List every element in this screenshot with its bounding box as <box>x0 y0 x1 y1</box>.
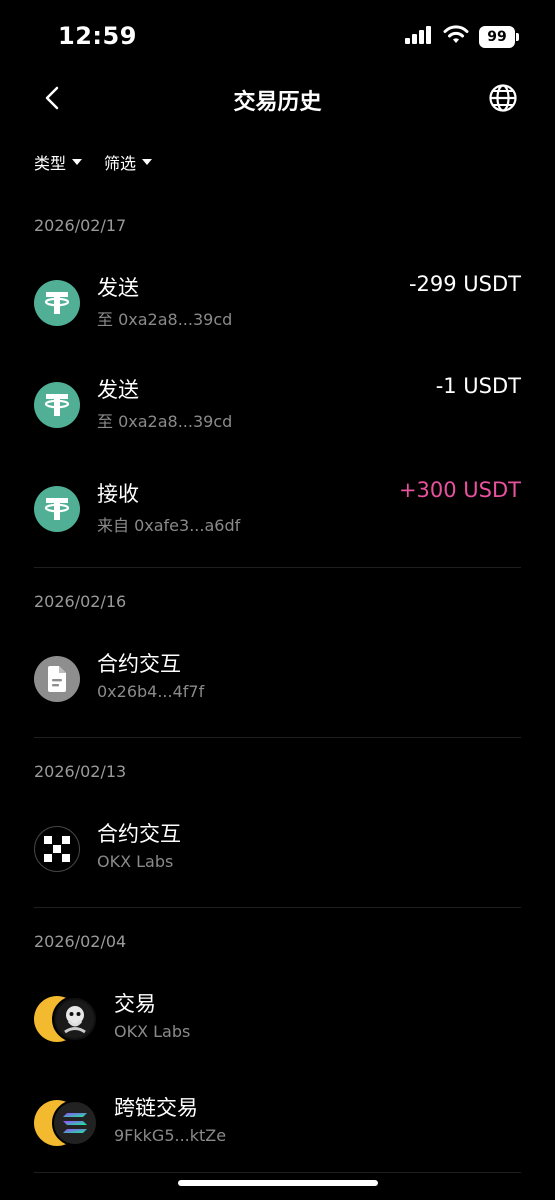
globe-icon <box>489 84 517 112</box>
type-filter-label: 类型 <box>34 154 67 173</box>
transaction-row[interactable]: 发送 至 0xa2a8...39cd -1 USDT <box>0 372 555 452</box>
wifi-icon <box>443 25 469 49</box>
cellular-signal-icon <box>405 26 433 48</box>
transaction-title: 发送 <box>97 378 139 402</box>
transaction-title: 跨链交易 <box>114 1096 198 1120</box>
home-indicator[interactable] <box>178 1180 378 1186</box>
caret-down-icon <box>72 159 83 165</box>
divider <box>34 737 521 738</box>
transaction-subtitle: 9FkkG5...ktZe <box>114 1126 227 1145</box>
caret-down-icon <box>142 159 153 165</box>
transaction-subtitle: 至 0xa2a8...39cd <box>97 412 233 431</box>
transaction-row[interactable]: 交易 OKX Labs <box>0 986 555 1066</box>
transaction-title: 合约交互 <box>97 822 181 846</box>
transaction-row[interactable]: 合约交互 0x26b4...4f7f <box>0 646 555 726</box>
navigation-bar: 交易历史 <box>0 72 555 124</box>
date-header: 2026/02/17 <box>34 216 127 235</box>
type-filter-dropdown[interactable]: 类型 <box>34 150 83 174</box>
transaction-amount: -1 USDT <box>435 374 521 398</box>
transaction-title: 合约交互 <box>97 652 181 676</box>
date-header: 2026/02/13 <box>34 762 127 781</box>
network-selector-button[interactable] <box>487 82 519 114</box>
transaction-subtitle: 来自 0xafe3...a6df <box>97 516 241 535</box>
transaction-title: 接收 <box>97 482 139 506</box>
date-header: 2026/02/04 <box>34 932 127 951</box>
filter-bar: 类型 筛选 <box>34 150 153 174</box>
transaction-row[interactable]: 跨链交易 9FkkG5...ktZe <box>0 1090 555 1170</box>
solana-icon <box>52 1100 98 1146</box>
transaction-subtitle: OKX Labs <box>97 852 174 871</box>
contract-document-icon <box>34 656 80 702</box>
divider <box>34 567 521 568</box>
status-icons: 99 <box>405 25 519 49</box>
status-time: 12:59 <box>58 22 137 50</box>
bnb-and-solana-pair-icon <box>34 1100 98 1146</box>
battery-indicator: 99 <box>479 26 519 48</box>
usdt-icon <box>34 486 80 532</box>
divider <box>34 1172 521 1173</box>
filter-label: 筛选 <box>104 154 137 173</box>
token-avatar-icon <box>52 996 98 1042</box>
transaction-subtitle: 至 0xa2a8...39cd <box>97 310 233 329</box>
usdt-icon <box>34 280 80 326</box>
usdt-icon <box>34 382 80 428</box>
transaction-row[interactable]: 接收 来自 0xafe3...a6df +300 USDT <box>0 476 555 556</box>
transaction-row[interactable]: 发送 至 0xa2a8...39cd -299 USDT <box>0 270 555 350</box>
divider <box>34 907 521 908</box>
transaction-amount: -299 USDT <box>408 272 521 296</box>
bnb-and-token-pair-icon <box>34 996 98 1042</box>
filter-dropdown[interactable]: 筛选 <box>104 150 153 174</box>
transaction-title: 交易 <box>114 992 156 1016</box>
transaction-amount: +300 USDT <box>398 478 521 502</box>
status-bar: 12:59 99 <box>0 0 555 72</box>
date-header: 2026/02/16 <box>34 592 127 611</box>
transaction-row[interactable]: 合约交互 OKX Labs <box>0 816 555 896</box>
transaction-subtitle: OKX Labs <box>114 1022 191 1041</box>
page-title: 交易历史 <box>233 90 322 115</box>
okx-logo-icon <box>34 826 80 872</box>
transaction-subtitle: 0x26b4...4f7f <box>97 682 205 701</box>
transaction-title: 发送 <box>97 276 139 300</box>
